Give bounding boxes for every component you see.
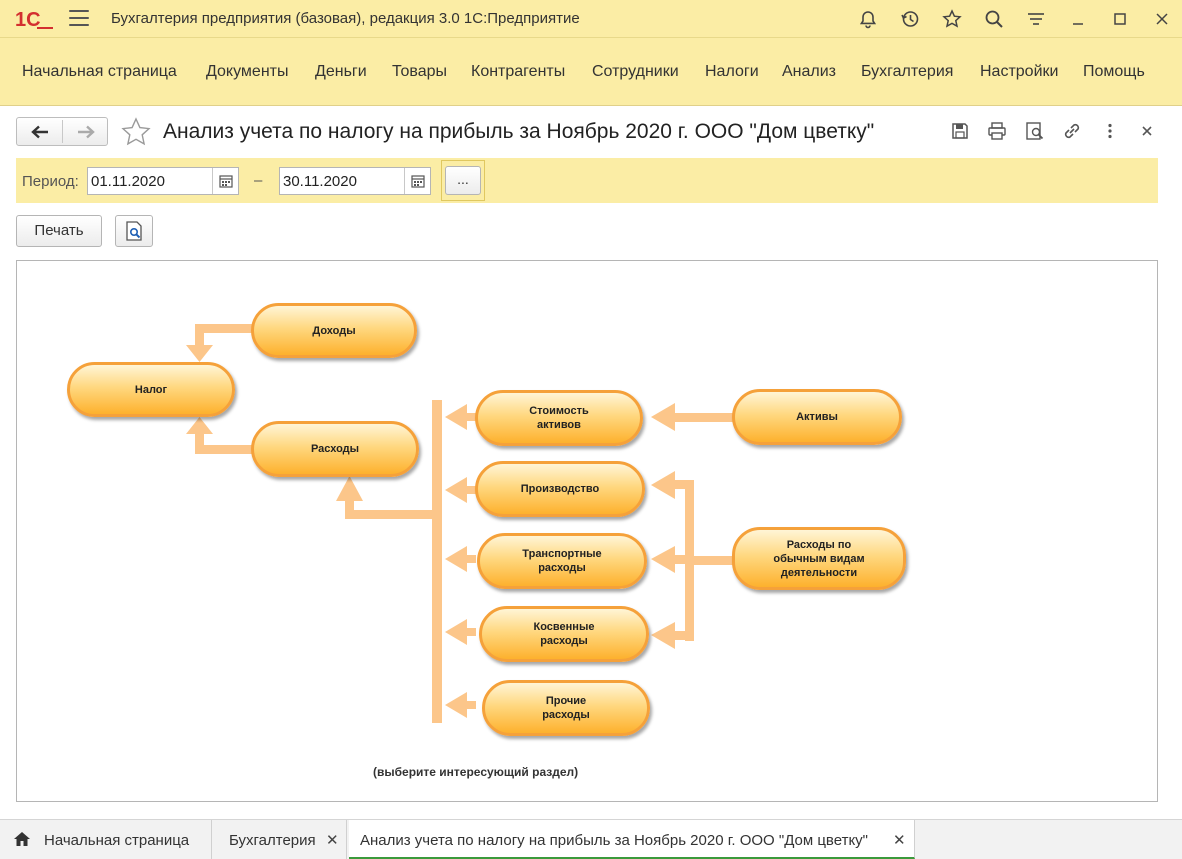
period-dash: – — [254, 172, 263, 189]
period-select-frame: ... — [441, 160, 485, 201]
tab-tax-analysis-label: Анализ учета по налогу на прибыль за Ноя… — [360, 832, 869, 849]
period-label: Период: — [22, 173, 79, 190]
period-end-field[interactable]: 30.11.2020 — [279, 167, 431, 195]
node-indirect-expenses[interactable]: Косвенные расходы — [479, 606, 649, 662]
favorite-star-icon[interactable] — [120, 117, 152, 147]
search-icon[interactable] — [983, 8, 1005, 30]
tab-home[interactable]: Начальная страница — [0, 820, 212, 859]
menu-item-settings[interactable]: Настройки — [980, 63, 1058, 81]
menu-item-counterparties[interactable]: Контрагенты — [471, 63, 565, 81]
svg-text:1С: 1С — [15, 9, 41, 30]
menu-item-accounting[interactable]: Бухгалтерия — [861, 63, 953, 81]
settings-icon[interactable] — [1025, 8, 1047, 30]
menu-item-goods[interactable]: Товары — [392, 63, 447, 81]
history-icon[interactable] — [899, 8, 921, 30]
forward-button[interactable] — [63, 118, 108, 145]
menu-item-home[interactable]: Начальная страница — [22, 63, 177, 81]
diagram-hint: (выберите интересующий раздел) — [373, 765, 579, 779]
print-button[interactable]: Печать — [16, 215, 102, 247]
tab-home-label: Начальная страница — [44, 832, 190, 849]
open-windows-bar: Начальная страница Бухгалтерия ✕ Анализ … — [0, 819, 1182, 859]
tab-close-icon[interactable]: ✕ — [326, 831, 339, 849]
calendar-icon[interactable] — [404, 168, 430, 194]
node-transport-expenses[interactable]: Транспортные расходы — [477, 533, 647, 589]
node-expenses[interactable]: Расходы — [251, 421, 419, 477]
preview-icon — [126, 221, 142, 241]
tab-accounting[interactable]: Бухгалтерия ✕ — [212, 820, 347, 859]
form-close-icon[interactable] — [1136, 120, 1158, 142]
menu-item-documents[interactable]: Документы — [206, 63, 288, 81]
tab-tax-analysis[interactable]: Анализ учета по налогу на прибыль за Ноя… — [349, 820, 915, 859]
1c-logo: 1С — [15, 9, 53, 30]
menu-item-taxes[interactable]: Налоги — [705, 63, 759, 81]
tab-accounting-label: Бухгалтерия — [229, 832, 316, 849]
period-end-value: 30.11.2020 — [283, 173, 357, 190]
more-icon[interactable] — [1099, 120, 1121, 142]
minimize-icon[interactable] — [1067, 8, 1089, 30]
node-production[interactable]: Производство — [475, 461, 645, 517]
bell-icon[interactable] — [857, 8, 879, 30]
node-other-expenses[interactable]: Прочие расходы — [482, 680, 650, 736]
node-ordinary-expenses[interactable]: Расходы по обычным видам деятельности — [732, 527, 906, 590]
app-title: Бухгалтерия предприятия (базовая), редак… — [111, 10, 580, 27]
back-button[interactable] — [17, 118, 62, 145]
menu-item-analysis[interactable]: Анализ — [782, 63, 836, 81]
link-icon[interactable] — [1061, 120, 1083, 142]
close-icon[interactable] — [1151, 8, 1173, 30]
period-start-field[interactable]: 01.11.2020 — [87, 167, 239, 195]
period-panel: Период: 01.11.2020 – 30.11.2020 ... — [16, 158, 1158, 203]
navigation-buttons — [16, 117, 108, 146]
form-title: Анализ учета по налогу на прибыль за Ноя… — [163, 120, 875, 143]
print-icon[interactable] — [986, 120, 1008, 142]
arrow-left-icon — [30, 125, 48, 138]
analysis-diagram: Доходы Налог Расходы Стоимость активов А… — [16, 260, 1158, 802]
preview-button[interactable] — [115, 215, 153, 247]
node-income[interactable]: Доходы — [251, 303, 417, 358]
tab-close-icon[interactable]: ✕ — [893, 831, 906, 849]
period-start-value: 01.11.2020 — [91, 173, 165, 190]
star-icon[interactable] — [941, 8, 963, 30]
menu-item-employees[interactable]: Сотрудники — [592, 63, 679, 81]
save-icon[interactable] — [949, 120, 971, 142]
main-menu-icon[interactable] — [69, 10, 89, 28]
menu-item-money[interactable]: Деньги — [315, 63, 367, 81]
preview-icon[interactable] — [1024, 120, 1046, 142]
node-tax[interactable]: Налог — [67, 362, 235, 417]
arrow-right-icon — [77, 125, 95, 138]
menu-item-help[interactable]: Помощь — [1083, 63, 1145, 81]
node-assets[interactable]: Активы — [732, 389, 902, 445]
title-bar: 1С Бухгалтерия предприятия (базовая), ре… — [0, 0, 1182, 38]
node-asset-cost[interactable]: Стоимость активов — [475, 390, 643, 446]
section-menu: Начальная страница Документы Деньги Това… — [0, 38, 1182, 106]
calendar-icon[interactable] — [212, 168, 238, 194]
home-icon — [14, 832, 30, 846]
period-select-button[interactable]: ... — [445, 166, 481, 195]
maximize-icon[interactable] — [1109, 8, 1131, 30]
